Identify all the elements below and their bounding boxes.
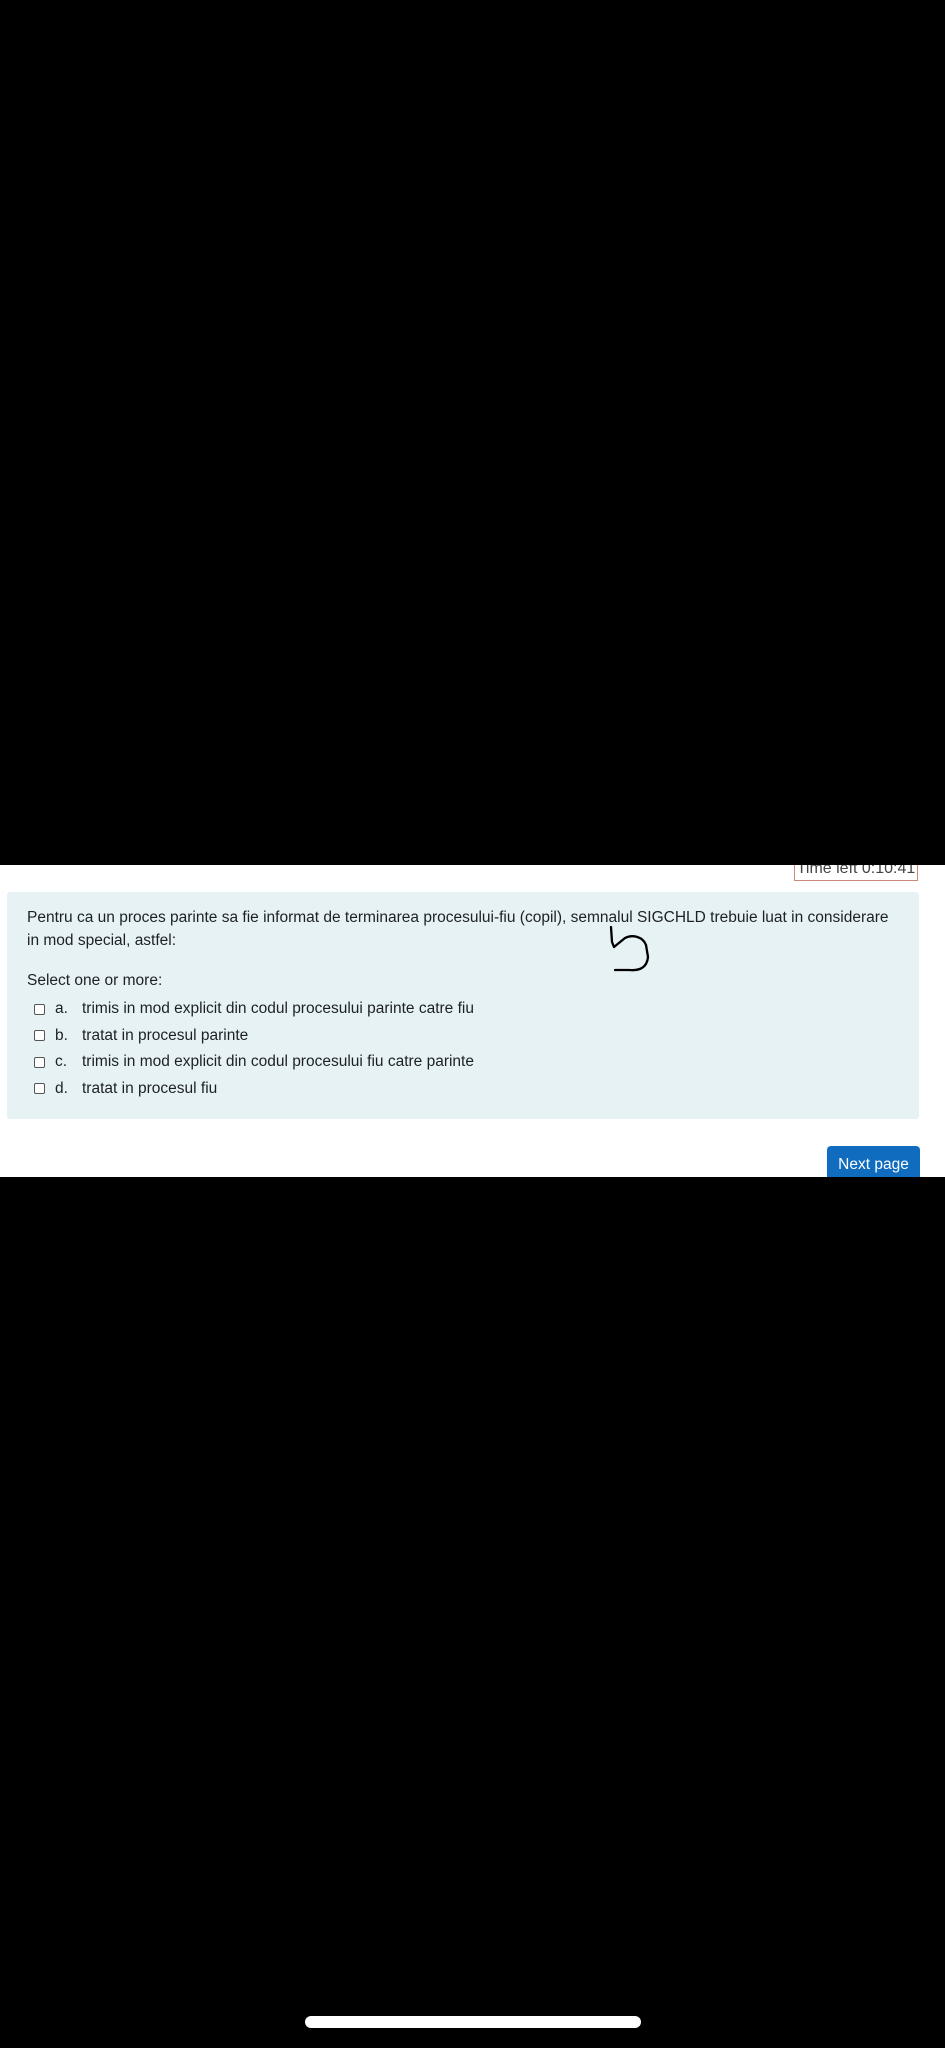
answer-option-a[interactable]: a. trimis in mod explicit din codul proc… [34,996,474,1023]
answer-option-b[interactable]: b. tratat in procesul parinte [34,1023,474,1050]
answer-prompt: Select one or more: [27,972,163,989]
time-left-timer: Time left 0:10:41 [794,865,918,881]
option-text[interactable]: tratat in procesul parinte [82,1027,248,1045]
option-letter: d. [55,1079,68,1097]
checkbox-c[interactable] [34,1056,45,1068]
option-text[interactable]: trimis in mod explicit din codul procesu… [82,1000,474,1018]
question-text: Pentru ca un proces parinte sa fie infor… [27,909,889,949]
option-text[interactable]: tratat in procesul fiu [82,1080,217,1098]
option-text[interactable]: trimis in mod explicit din codul procesu… [82,1053,474,1071]
checkbox-a[interactable] [34,1003,45,1015]
home-indicator[interactable] [305,2016,641,2028]
checkbox-b[interactable] [34,1030,45,1042]
handwritten-mark [609,925,650,972]
option-letter: c. [55,1053,68,1071]
answer-option-d[interactable]: d. tratat in procesul fiu [34,1076,474,1103]
answer-option-c[interactable]: c. trimis in mod explicit din codul proc… [34,1049,474,1076]
next-page-button[interactable]: Next page [827,1146,920,1177]
question-box: Pentru ca un proces parinte sa fie infor… [7,892,919,1119]
option-letter: b. [55,1026,68,1044]
quiz-page-content: Time left 0:10:41 Pentru ca un proces pa… [0,865,945,1177]
answer-options: a. trimis in mod explicit din codul proc… [34,996,474,1102]
checkbox-d[interactable] [34,1083,45,1095]
option-letter: a. [55,1000,68,1018]
